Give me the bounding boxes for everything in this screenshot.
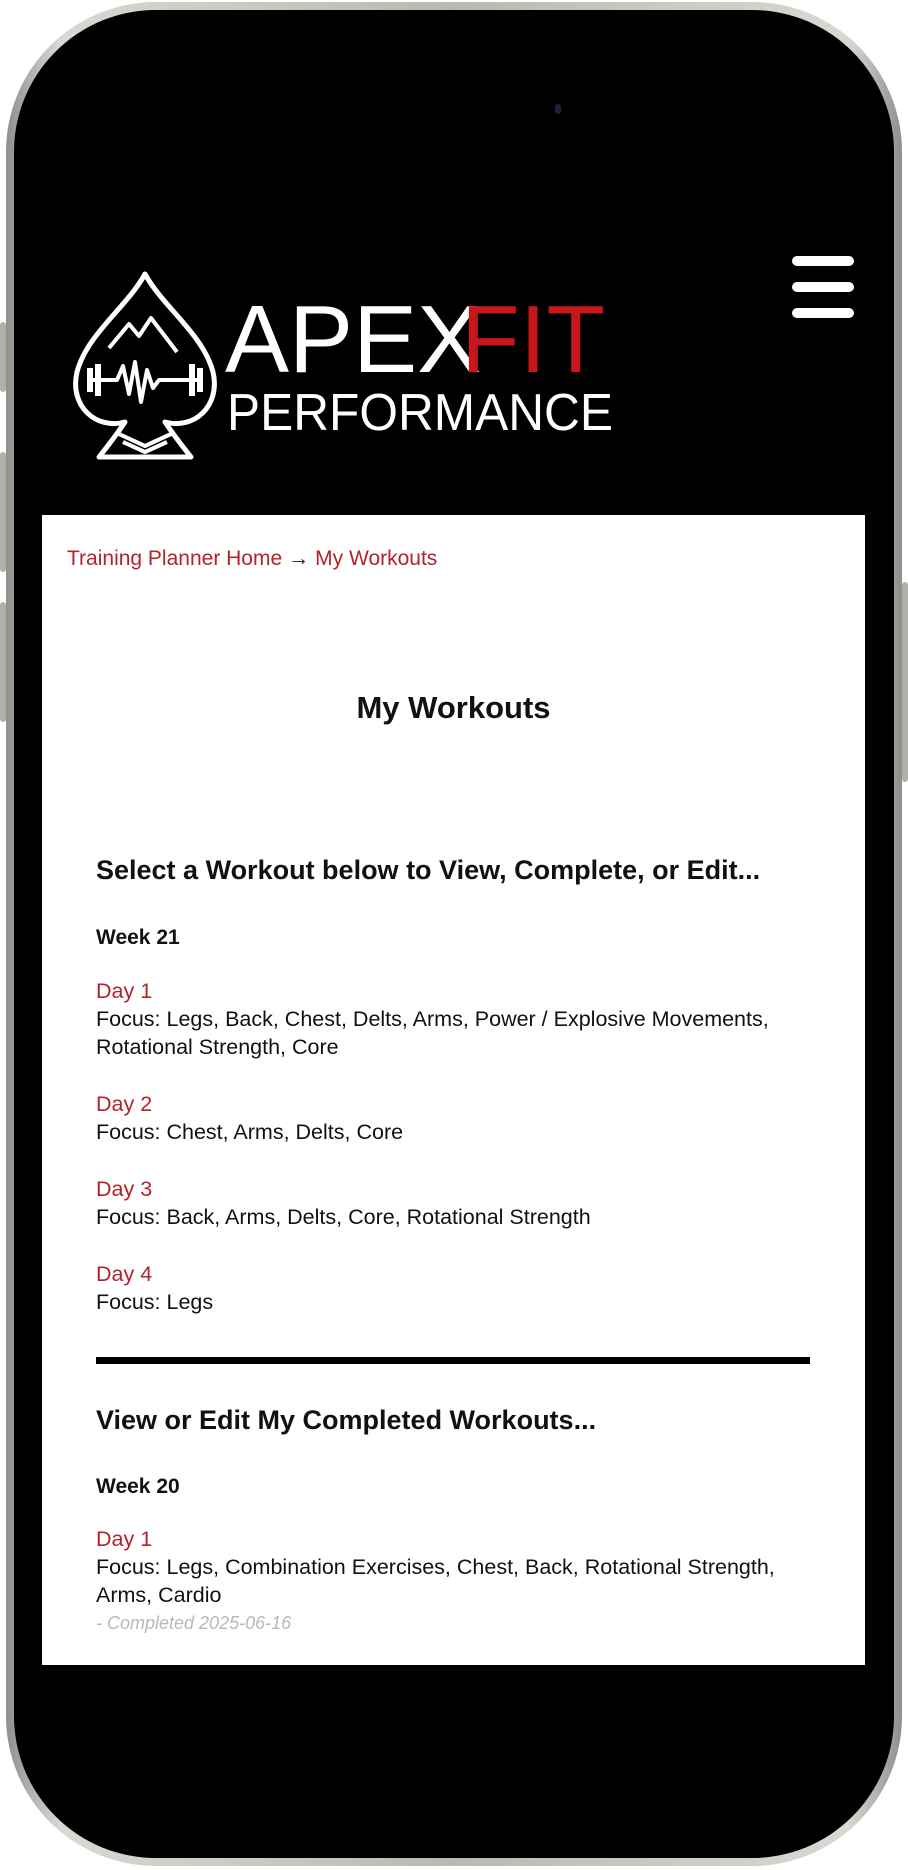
workout-focus: Focus: Legs, Back, Chest, Delts, Arms, P… xyxy=(96,1007,769,1059)
workout-focus: Focus: Back, Arms, Delts, Core, Rotation… xyxy=(96,1205,591,1229)
apexfit-logo[interactable]: APEX FIT PERFORMANCE xyxy=(67,262,667,492)
completed-workout-item: Day 1 Focus: Legs, Combination Exercises… xyxy=(96,1525,826,1637)
workout-day-link[interactable]: Day 4 xyxy=(96,1260,826,1288)
section-divider xyxy=(96,1357,810,1364)
completed-status: - Completed 2025-06-16 xyxy=(96,1613,292,1633)
brand-fit: FIT xyxy=(461,286,605,393)
camera-icon xyxy=(555,104,561,114)
brand-apex: APEX xyxy=(225,286,481,393)
spade-mountain-emblem-icon xyxy=(73,271,217,460)
workout-item: Day 3 Focus: Back, Arms, Delts, Core, Ro… xyxy=(96,1175,826,1231)
action-button xyxy=(0,322,6,392)
brand-performance: PERFORMANCE xyxy=(227,384,613,442)
upcoming-section-heading: Select a Workout below to View, Complete… xyxy=(96,855,761,885)
workout-day-link[interactable]: Day 1 xyxy=(96,1525,826,1553)
week-label: Week 20 xyxy=(96,1475,180,1498)
workout-day-link[interactable]: Day 2 xyxy=(96,1090,826,1118)
volume-up-button xyxy=(0,452,6,572)
workout-item: Day 4 Focus: Legs xyxy=(96,1260,826,1316)
hamburger-menu-icon[interactable] xyxy=(792,256,854,320)
workout-focus: Focus: Legs, Combination Exercises, Ches… xyxy=(96,1555,775,1607)
breadcrumb-current-link[interactable]: My Workouts xyxy=(315,547,437,570)
breadcrumb-home-link[interactable]: Training Planner Home xyxy=(67,547,282,570)
week-label: Week 21 xyxy=(96,926,180,949)
breadcrumb: Training Planner Home → My Workouts xyxy=(67,547,437,571)
workout-item: Day 1 Focus: Legs, Back, Chest, Delts, A… xyxy=(96,977,826,1061)
power-button xyxy=(902,582,908,782)
page-title: My Workouts xyxy=(356,690,551,725)
site-header: APEX FIT PERFORMANCE xyxy=(42,250,868,490)
workout-focus: Focus: Legs xyxy=(96,1290,214,1314)
workout-day-link[interactable]: Day 3 xyxy=(96,1175,826,1203)
workout-item: Day 2 Focus: Chest, Arms, Delts, Core xyxy=(96,1090,826,1146)
volume-down-button xyxy=(0,602,6,722)
workout-day-link[interactable]: Day 1 xyxy=(96,977,826,1005)
workout-focus: Focus: Chest, Arms, Delts, Core xyxy=(96,1120,404,1144)
breadcrumb-separator: → xyxy=(288,547,310,570)
content-panel: Training Planner Home → My Workouts My Wor… xyxy=(42,515,865,1665)
completed-section-heading: View or Edit My Completed Workouts... xyxy=(96,1405,597,1435)
